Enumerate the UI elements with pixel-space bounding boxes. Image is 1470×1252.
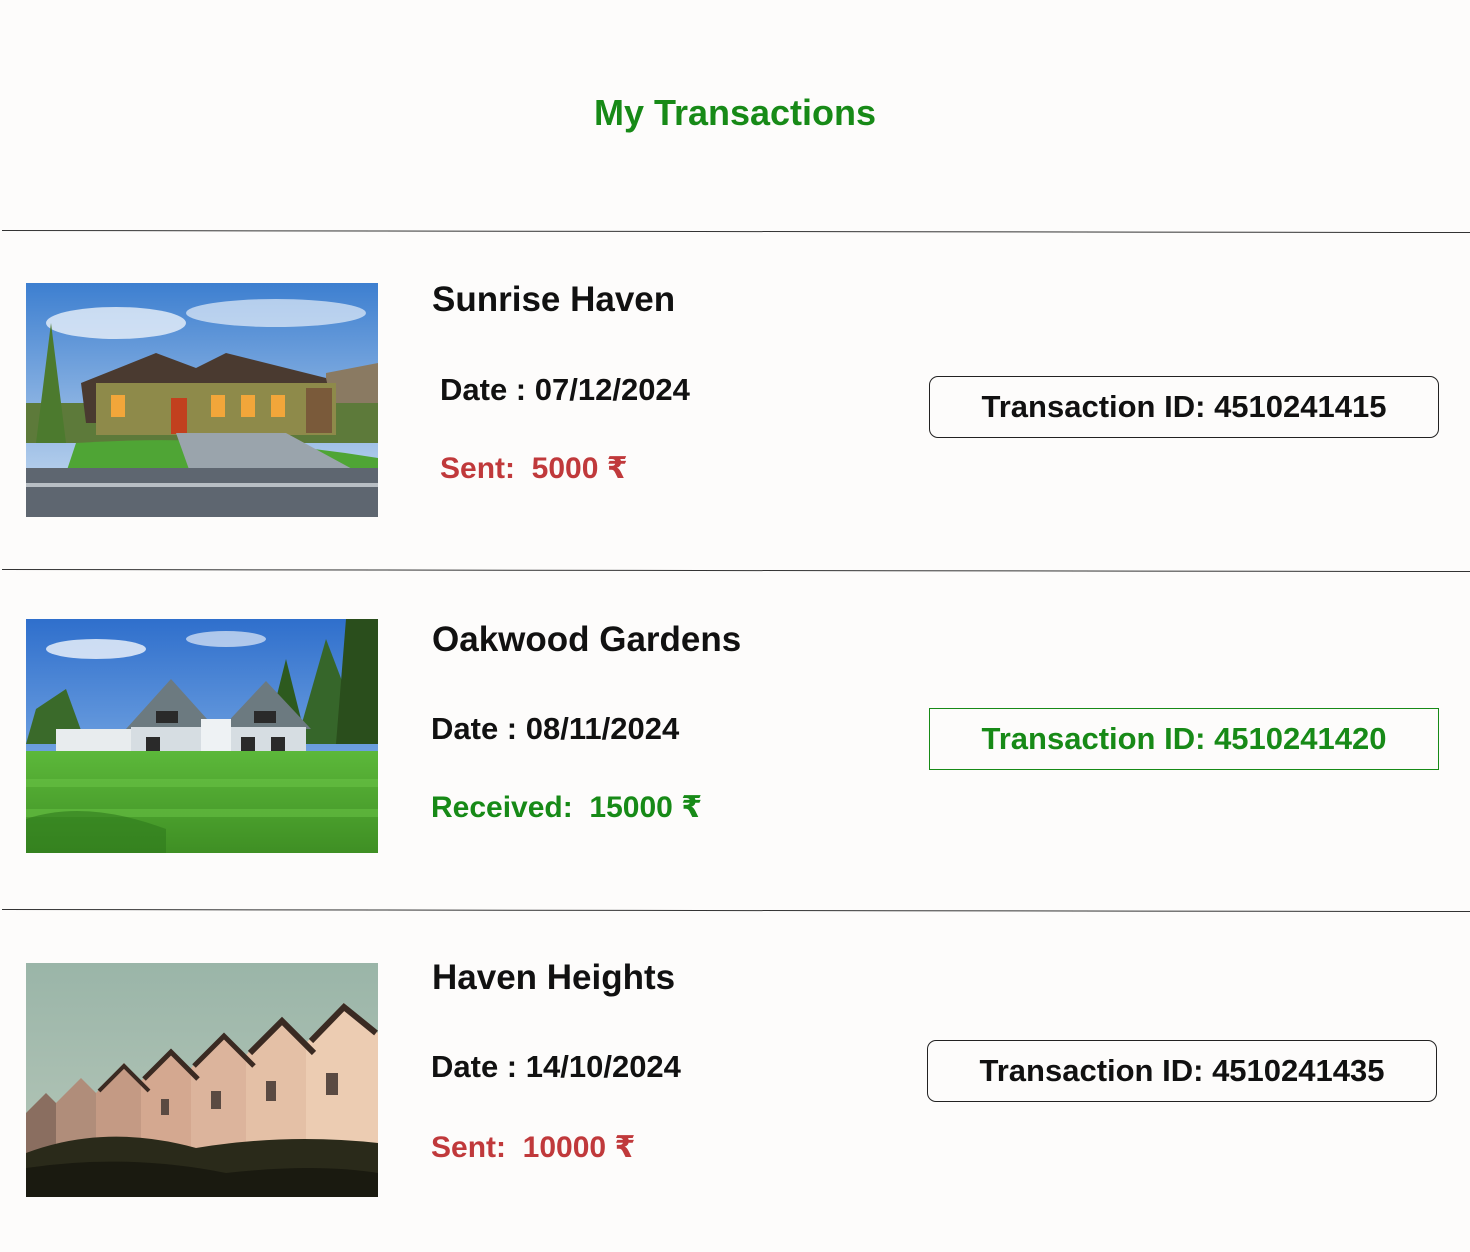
transaction-id-value: 4510241415 bbox=[1214, 389, 1387, 424]
transaction-amount: Sent: 10000 ₹ bbox=[431, 1130, 635, 1165]
amount-value: 5000 bbox=[531, 452, 599, 485]
transaction-date: Date : 07/12/2024 bbox=[440, 372, 690, 408]
transaction-id-badge[interactable]: Transaction ID: 4510241415 bbox=[929, 376, 1439, 438]
page-title: My Transactions bbox=[593, 92, 877, 133]
amount-label: Received: bbox=[431, 791, 573, 824]
transaction-id-label: Transaction ID: bbox=[981, 721, 1206, 756]
transaction-amount: Received: 15000 ₹ bbox=[431, 790, 702, 825]
transaction-card[interactable]: Oakwood Gardens Date : 08/11/2024 Receiv… bbox=[0, 571, 1470, 871]
date-value: 14/10/2024 bbox=[525, 1049, 681, 1084]
rupee-icon: ₹ bbox=[681, 791, 703, 824]
property-image bbox=[26, 619, 378, 853]
transaction-date: Date : 14/10/2024 bbox=[431, 1049, 681, 1085]
rupee-icon: ₹ bbox=[606, 452, 628, 485]
transaction-amount: Sent: 5000 ₹ bbox=[440, 451, 628, 486]
date-label: Date : bbox=[440, 372, 527, 407]
transaction-card[interactable]: Sunrise Haven Date : 07/12/2024 Sent: 50… bbox=[0, 232, 1470, 532]
property-image bbox=[26, 283, 378, 517]
property-name: Oakwood Gardens bbox=[432, 620, 742, 659]
transaction-date: Date : 08/11/2024 bbox=[431, 711, 679, 747]
rupee-icon: ₹ bbox=[614, 1131, 636, 1164]
date-label: Date : bbox=[431, 711, 518, 746]
date-label: Date : bbox=[431, 1049, 518, 1084]
amount-value: 15000 bbox=[589, 791, 673, 824]
date-value: 08/11/2024 bbox=[525, 711, 680, 746]
date-value: 07/12/2024 bbox=[534, 372, 690, 407]
amount-value: 10000 bbox=[522, 1131, 607, 1164]
transaction-id-label: Transaction ID: bbox=[979, 1053, 1204, 1088]
property-image bbox=[26, 963, 378, 1197]
transaction-id-badge[interactable]: Transaction ID: 4510241435 bbox=[927, 1040, 1437, 1102]
property-name: Sunrise Haven bbox=[432, 280, 676, 319]
amount-label: Sent: bbox=[440, 452, 515, 485]
transaction-id-value: 4510241420 bbox=[1214, 721, 1387, 756]
property-name: Haven Heights bbox=[432, 958, 676, 997]
amount-label: Sent: bbox=[431, 1131, 506, 1164]
transaction-id-badge[interactable]: Transaction ID: 4510241420 bbox=[929, 708, 1439, 770]
transaction-id-label: Transaction ID: bbox=[981, 389, 1206, 424]
transaction-id-value: 4510241435 bbox=[1212, 1053, 1385, 1088]
transaction-card[interactable]: Haven Heights Date : 14/10/2024 Sent: 10… bbox=[0, 911, 1470, 1211]
